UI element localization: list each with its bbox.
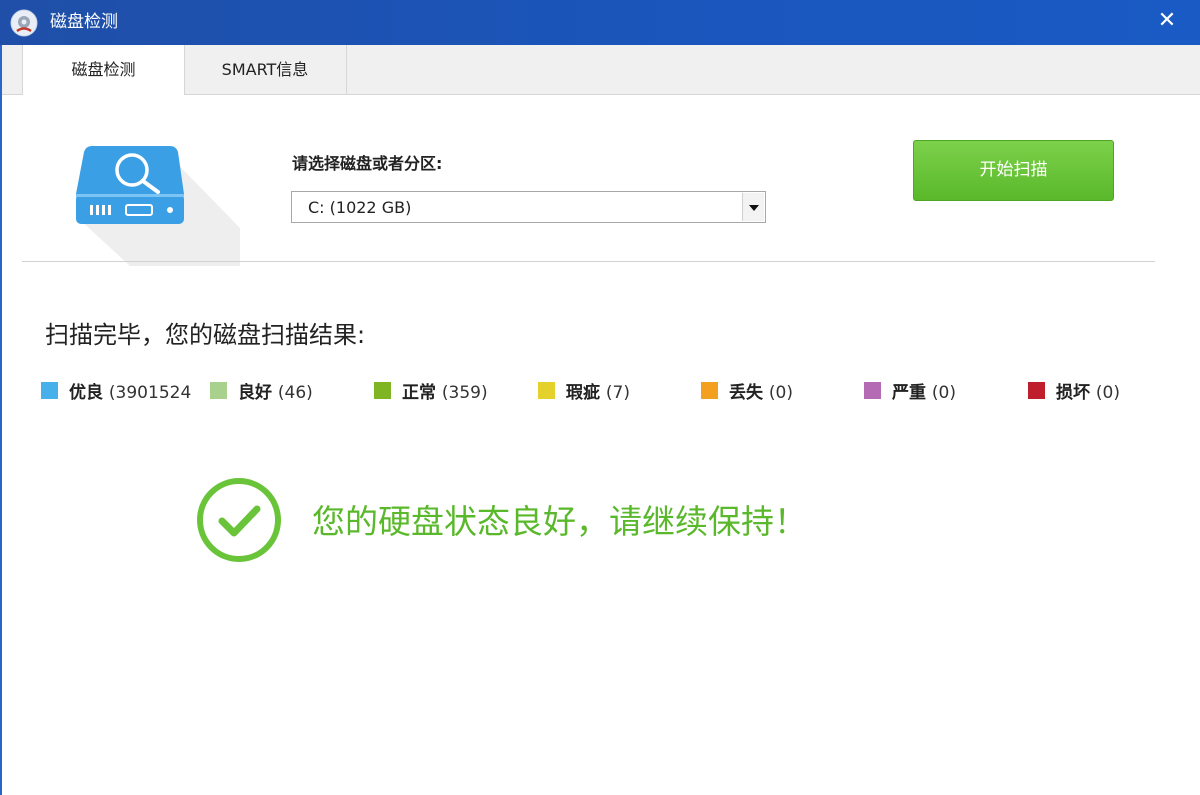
tab-bar: 磁盘检测 SMART信息 — [2, 45, 1200, 95]
legend-label: 丢失 — [729, 383, 763, 403]
legend-label: 严重 — [892, 383, 926, 403]
legend-swatch — [41, 382, 58, 399]
legend-swatch — [701, 382, 718, 399]
legend-label: 瑕疵 — [566, 383, 600, 403]
disk-select-label: 请选择磁盘或者分区: — [292, 154, 443, 173]
section-divider — [22, 261, 1155, 262]
legend-label: 良好 — [238, 383, 272, 403]
legend-count: (359) — [441, 383, 488, 403]
tab-smart-info[interactable]: SMART信息 — [184, 45, 347, 94]
legend-count: (46) — [277, 383, 313, 403]
legend-swatch — [1028, 382, 1045, 399]
legend-count: (7) — [605, 383, 631, 403]
tab-disk-check[interactable]: 磁盘检测 — [22, 45, 185, 95]
legend-swatch — [374, 382, 391, 399]
window-title: 磁盘检测 — [50, 12, 118, 32]
legend-swatch — [210, 382, 227, 399]
disk-scan-app-icon — [10, 9, 38, 37]
disk-select-dropdown[interactable]: C: (1022 GB) — [291, 191, 766, 223]
legend-count: (3901524 — [108, 383, 192, 403]
legend-label: 损坏 — [1056, 383, 1090, 403]
check-circle-icon — [197, 478, 281, 562]
title-bar: 磁盘检测 ✕ — [0, 0, 1200, 45]
legend-label: 正常 — [402, 383, 436, 403]
start-scan-button[interactable]: 开始扫描 — [913, 140, 1114, 201]
disk-search-icon — [76, 146, 240, 266]
close-button[interactable]: ✕ — [1152, 6, 1182, 36]
legend-swatch — [864, 382, 881, 399]
legend-label: 优良 — [69, 383, 103, 403]
legend-count: (0) — [931, 383, 957, 403]
legend-count: (0) — [1095, 383, 1121, 403]
close-icon: ✕ — [1157, 8, 1177, 33]
dropdown-arrow-icon[interactable] — [742, 193, 764, 221]
legend-swatch — [538, 382, 555, 399]
window-left-border — [0, 45, 2, 795]
scan-result-heading: 扫描完毕，您的磁盘扫描结果: — [45, 321, 366, 349]
legend-count: (0) — [768, 383, 794, 403]
disk-status-message: 您的硬盘状态良好，请继续保持！ — [312, 502, 807, 541]
disk-select-value: C: (1022 GB) — [308, 198, 412, 217]
